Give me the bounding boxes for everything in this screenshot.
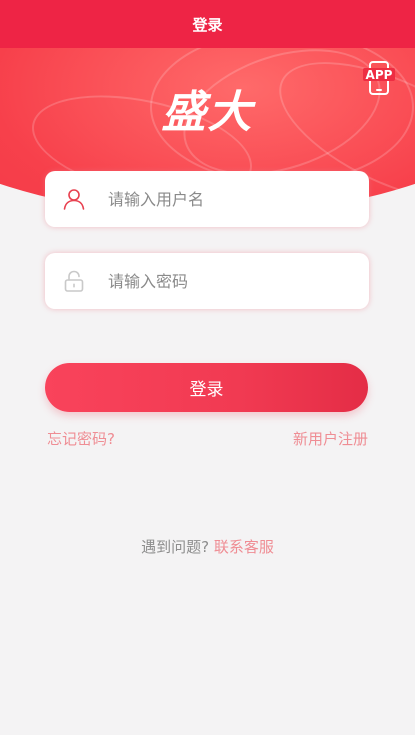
app-download-icon[interactable]: APP [363, 60, 395, 96]
username-input[interactable] [108, 189, 338, 209]
forgot-password-link[interactable]: 忘记密码? [47, 428, 115, 449]
username-field [45, 171, 369, 227]
page-title: 登录 [192, 15, 223, 34]
help-section: 遇到问题? 联系客服 [0, 536, 415, 557]
password-field [45, 253, 369, 309]
contact-support-link[interactable]: 联系客服 [214, 538, 274, 556]
login-page: 登录 盛大 APP 登录 忘记密码? 新用户注册 [0, 0, 415, 735]
register-link[interactable]: 新用户注册 [293, 428, 368, 449]
password-input[interactable] [108, 271, 338, 291]
login-button[interactable]: 登录 [45, 363, 368, 412]
app-badge-label: APP [366, 68, 393, 82]
user-icon [62, 187, 86, 211]
help-question: 遇到问题? [141, 538, 210, 556]
lock-icon [62, 269, 86, 293]
brand-logo: 盛大 [161, 87, 254, 138]
title-bar: 登录 [0, 0, 415, 48]
